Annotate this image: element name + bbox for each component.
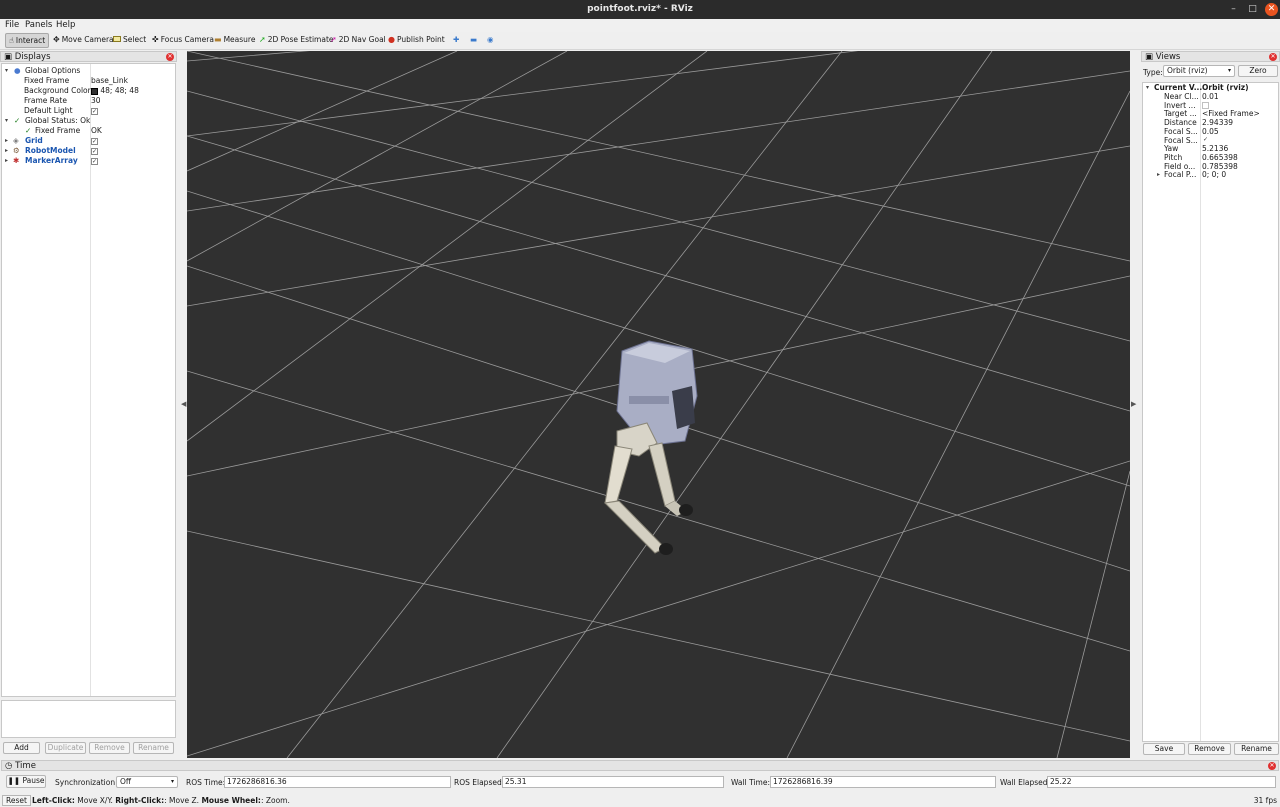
nav-goal-tool[interactable]: ➚ 2D Nav Goal	[327, 33, 389, 48]
remove-view-button[interactable]: Remove	[1188, 743, 1231, 755]
fixed-frame-value[interactable]: base_Link	[91, 76, 128, 86]
window-titlebar: pointfoot.rviz* - RViz – □ ✕	[0, 0, 1280, 19]
views-tree: ▾ Current V... Orbit (rviz) Near Cl... 0.…	[1142, 82, 1279, 742]
duplicate-display-button[interactable]: Duplicate	[45, 742, 86, 754]
eye-icon: ◉	[487, 35, 494, 44]
collapse-arrow-icon[interactable]: ▸	[5, 146, 8, 156]
zero-view-button[interactable]: Zero	[1238, 65, 1278, 77]
display-description-box	[1, 700, 176, 738]
monitor-icon: ▣	[4, 52, 15, 62]
expand-arrow-icon[interactable]: ▾	[5, 116, 8, 126]
robot-model-render	[603, 340, 698, 555]
pink-arrow-icon: ➚	[330, 35, 337, 44]
focus-camera-tool[interactable]: ✜ Focus Camera	[149, 33, 217, 48]
pause-button[interactable]: ❚❚ Pause	[6, 775, 46, 788]
clock-icon: ◷	[5, 761, 16, 771]
crosshair-icon: ✜	[152, 35, 159, 44]
check-icon: ✓	[25, 126, 32, 135]
window-title: pointfoot.rviz* - RViz	[587, 4, 693, 14]
check-icon: ✓	[14, 116, 21, 125]
left-splitter-arrow-icon[interactable]: ◀	[181, 400, 186, 408]
color-swatch	[91, 87, 98, 95]
move-camera-tool[interactable]: ✥ Move Camera	[50, 33, 117, 48]
status-bar: Reset Left-Click: Move X/Y. Right-Click:…	[0, 794, 1280, 807]
save-view-button[interactable]: Save	[1143, 743, 1185, 755]
add-display-button[interactable]: Add	[3, 742, 40, 754]
camera-icon: ▣	[1145, 52, 1156, 62]
pause-icon: ❚❚	[7, 776, 23, 785]
rename-display-button[interactable]: Rename	[133, 742, 174, 754]
hand-pointer-icon: ☝	[9, 36, 14, 45]
marker-array-enabled-checkbox[interactable]: ✓	[91, 157, 98, 165]
views-panel-title: ▣ Views ✕	[1141, 51, 1280, 62]
menu-bar: File Panels Help	[0, 19, 1280, 32]
displays-tree: ▾ ● Global Options Fixed Frame base_Link…	[1, 63, 176, 697]
grid-enabled-checkbox[interactable]: ✓	[91, 137, 98, 145]
reset-button[interactable]: Reset	[2, 795, 31, 806]
collapse-arrow-icon[interactable]: ▸	[1157, 170, 1160, 180]
displays-panel-title: ▣ Displays ✕	[0, 51, 177, 62]
view-type-label: Type:	[1143, 68, 1163, 77]
ros-time-field[interactable]: 1726286816.36	[224, 776, 451, 788]
frame-rate-value[interactable]: 30	[91, 96, 101, 106]
fps-readout: 31 fps	[1253, 796, 1277, 805]
robot-model-icon: ⚙	[13, 146, 20, 155]
close-panel-icon[interactable]: ✕	[166, 53, 174, 61]
close-panel-icon[interactable]: ✕	[1268, 762, 1276, 770]
right-splitter-arrow-icon[interactable]: ▶	[1131, 400, 1136, 408]
default-light-checkbox[interactable]: ✓	[91, 107, 98, 115]
invert-z-checkbox[interactable]	[1202, 102, 1209, 110]
robot-model-enabled-checkbox[interactable]: ✓	[91, 147, 98, 155]
grid-icon: ◈	[13, 136, 19, 145]
select-tool[interactable]: Select	[110, 33, 149, 48]
render-viewport[interactable]	[187, 51, 1130, 758]
time-panel-title: ◷ Time ✕	[1, 760, 1279, 771]
menu-panels[interactable]: Panels	[25, 20, 52, 30]
maximize-button[interactable]: □	[1246, 3, 1259, 16]
select-box-icon	[113, 36, 121, 42]
chevron-down-icon: ▾	[170, 778, 174, 785]
expand-arrow-icon[interactable]: ▾	[5, 66, 8, 76]
menu-help[interactable]: Help	[56, 20, 75, 30]
chevron-down-icon: ▾	[1227, 67, 1231, 74]
synchronization-select[interactable]: Off ▾	[116, 776, 178, 788]
publish-point-tool[interactable]: ● Publish Point	[385, 33, 448, 48]
background-color-value[interactable]: 48; 48; 48	[91, 86, 139, 96]
close-window-button[interactable]: ✕	[1265, 3, 1278, 16]
plus-icon: ✚	[453, 35, 460, 44]
time-panel: ◷ Time ✕ ❚❚ Pause Synchronization: Off ▾ …	[0, 760, 1280, 793]
collapse-arrow-icon[interactable]: ▸	[5, 156, 8, 166]
globe-icon: ●	[14, 66, 21, 75]
wall-elapsed-field[interactable]: 25.22	[1047, 776, 1276, 788]
wall-time-field[interactable]: 1726286816.39	[770, 776, 996, 788]
minimize-button[interactable]: –	[1227, 3, 1240, 16]
ros-elapsed-field[interactable]: 25.31	[502, 776, 724, 788]
interact-tool[interactable]: ☝ Interact	[5, 33, 50, 48]
marker-array-icon: ✱	[13, 156, 20, 165]
mouse-hint: Left-Click: Move X/Y. Right-Click:: Move…	[32, 796, 290, 805]
tool-properties-button[interactable]: ◉	[484, 33, 497, 48]
views-panel: ▣ Views ✕ Type: Orbit (rviz) ▾ Zero ▾ Cur…	[1141, 51, 1280, 758]
rename-view-button[interactable]: Rename	[1234, 743, 1279, 755]
focal-shape-fixed-checkbox[interactable]: ✓	[1202, 137, 1209, 144]
displays-panel: ▣ Displays ✕ ▾ ● Global Options Fixed Fr…	[0, 51, 177, 758]
menu-file[interactable]: File	[5, 20, 19, 30]
ruler-icon: ▬	[214, 35, 222, 44]
grid-3d-view	[187, 51, 1130, 758]
measure-tool[interactable]: ▬ Measure	[211, 33, 258, 48]
green-arrow-icon: ➚	[259, 35, 266, 44]
remove-tool-button[interactable]: ▬	[467, 33, 480, 48]
pose-estimate-tool[interactable]: ➚ 2D Pose Estimate	[256, 33, 337, 48]
tools-toolbar: ☝ Interact ✥ Move Camera Select ✜ Focus Cam…	[0, 32, 1280, 50]
close-panel-icon[interactable]: ✕	[1269, 53, 1277, 61]
expand-arrow-icon[interactable]: ▾	[1146, 83, 1149, 93]
view-type-select[interactable]: Orbit (rviz) ▾	[1163, 65, 1235, 77]
move-icon: ✥	[53, 35, 60, 44]
add-tool-button[interactable]: ✚	[450, 33, 462, 48]
remove-display-button[interactable]: Remove	[89, 742, 130, 754]
collapse-arrow-icon[interactable]: ▸	[5, 136, 8, 146]
minus-icon: ▬	[470, 35, 478, 44]
map-pin-icon: ●	[388, 35, 395, 44]
